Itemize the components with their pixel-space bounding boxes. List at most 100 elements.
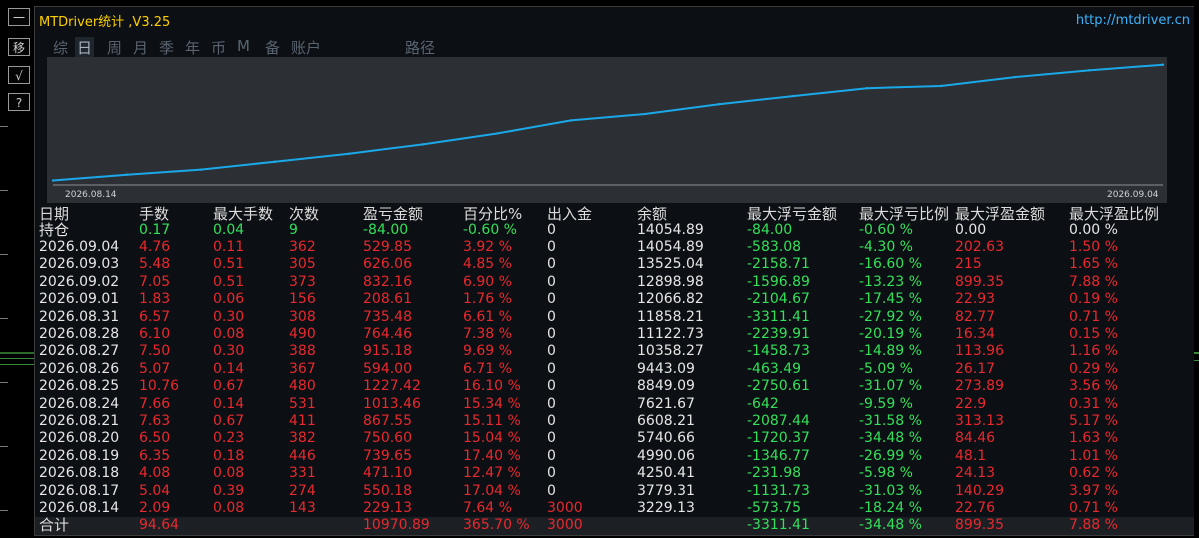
total-max-float-loss-pct: -34.48 % xyxy=(859,517,922,533)
cell-max-float-profit: 313.13 xyxy=(955,413,1004,429)
cell-deposit: 0 xyxy=(547,482,556,499)
cell-balance: 3779.31 xyxy=(637,482,695,499)
cell-deposit: 0 xyxy=(547,256,556,273)
equity-point xyxy=(717,103,721,106)
cell-pnl: 764.46 xyxy=(363,326,412,342)
tab-day[interactable]: 日 xyxy=(75,37,95,58)
stats-panel: MTDriver统计 ,V3.25 http://mtdriver.cn 综 日… xyxy=(34,6,1196,536)
cell-balance: 9443.09 xyxy=(637,360,695,377)
cell-pnl: 915.18 xyxy=(363,343,412,360)
equity-point xyxy=(495,132,499,135)
header-pct: 百分比% xyxy=(463,205,523,223)
cell-max-float-profit-pct: 3.56 % xyxy=(1069,378,1118,395)
tab-week[interactable]: 周 xyxy=(107,37,122,58)
cell-max-float-loss-pct: -18.24 % xyxy=(859,500,922,516)
cell-count: 382 xyxy=(289,430,316,447)
cell-max-float-loss-pct: -16.60 % xyxy=(859,256,922,273)
tab-path[interactable]: 路径 xyxy=(405,37,435,58)
cell-count: 480 xyxy=(289,378,316,395)
cell-pnl: 739.65 xyxy=(363,447,412,464)
cell-count: 143 xyxy=(289,500,316,516)
website-link[interactable]: http://mtdriver.cn xyxy=(1076,13,1190,28)
equity-point xyxy=(865,87,869,90)
cell-max-float-loss-pct: -17.45 % xyxy=(859,291,922,308)
cell-pnl: 229.13 xyxy=(363,500,412,516)
cell-max-float-profit-pct: 1.65 % xyxy=(1069,256,1118,273)
cell-max-float-profit-pct: 1.16 % xyxy=(1069,343,1118,360)
cell-max-float-profit: 22.93 xyxy=(955,291,996,308)
cell-date: 2026.08.14 xyxy=(39,500,120,516)
holding-max-float-loss: -84.00 xyxy=(747,222,793,238)
cell-count: 490 xyxy=(289,326,316,342)
grid-dash xyxy=(0,254,8,255)
price-line xyxy=(0,364,34,365)
cell-date: 2026.08.28 xyxy=(39,326,120,342)
minimize-icon[interactable]: 一 xyxy=(8,8,30,26)
table-row: 2026.09.03 5.48 0.51 305 626.06 4.85 % 0 13525.… xyxy=(35,256,1196,273)
cell-pct: 4.85 % xyxy=(463,256,512,273)
cell-max-lots: 0.06 xyxy=(213,291,245,308)
cell-max-lots: 0.51 xyxy=(213,256,245,273)
cell-date: 2026.09.02 xyxy=(39,273,120,290)
cell-max-float-loss: -2750.61 xyxy=(747,378,810,395)
cell-balance: 11858.21 xyxy=(637,308,704,325)
cell-max-lots: 0.08 xyxy=(213,500,245,516)
holding-count: 9 xyxy=(289,222,298,238)
cell-date: 2026.08.21 xyxy=(39,413,120,429)
tab-month[interactable]: 月 xyxy=(133,37,148,58)
cell-max-float-profit: 215 xyxy=(955,256,982,273)
cell-balance: 3229.13 xyxy=(637,500,695,516)
cell-deposit: 0 xyxy=(547,378,556,395)
cell-max-float-loss-pct: -27.92 % xyxy=(859,308,922,325)
total-max-float-profit: 899.35 xyxy=(955,517,1004,533)
tab-currency[interactable]: 币 xyxy=(211,37,226,58)
table-row: 2026.08.24 7.66 0.14 531 1013.46 15.34 % 0 7621… xyxy=(35,396,1196,413)
cell-deposit: 0 xyxy=(547,273,556,290)
tab-note[interactable]: 备 xyxy=(265,37,280,58)
cell-max-float-profit-pct: 7.88 % xyxy=(1069,273,1118,290)
cell-max-float-profit: 273.89 xyxy=(955,378,1004,395)
cell-balance: 14054.89 xyxy=(637,239,704,255)
cell-max-float-loss-pct: -9.59 % xyxy=(859,395,913,412)
tab-year[interactable]: 年 xyxy=(185,37,200,58)
cell-date: 2026.09.04 xyxy=(39,239,120,255)
holding-deposit: 0 xyxy=(547,222,556,238)
equity-point xyxy=(1161,63,1165,66)
cell-max-float-profit-pct: 0.71 % xyxy=(1069,500,1118,516)
cell-date: 2026.08.27 xyxy=(39,343,120,360)
cell-max-float-loss-pct: -4.30 % xyxy=(859,239,913,255)
cell-deposit: 3000 xyxy=(547,500,583,516)
x-start-tick: 2026.08.14 xyxy=(65,190,117,200)
table-row: 2026.09.02 7.05 0.51 373 832.16 6.90 % 0 12898.… xyxy=(35,274,1196,291)
grid-dash xyxy=(0,510,8,511)
cell-pct: 15.11 % xyxy=(463,413,521,429)
cell-max-float-profit-pct: 3.97 % xyxy=(1069,482,1118,499)
equity-point xyxy=(273,160,277,163)
cell-pnl: 208.61 xyxy=(363,291,412,308)
tab-m[interactable]: M xyxy=(237,37,250,55)
cell-max-float-loss-pct: -34.48 % xyxy=(859,430,922,447)
cell-max-float-profit: 82.77 xyxy=(955,308,996,325)
holding-max-float-loss-pct: -0.60 % xyxy=(859,222,913,238)
cell-lots: 2.09 xyxy=(139,500,171,516)
cell-lots: 6.50 xyxy=(139,430,171,447)
cell-max-float-loss-pct: -26.99 % xyxy=(859,447,922,464)
cell-balance: 12066.82 xyxy=(637,291,704,308)
tab-summary[interactable]: 综 xyxy=(53,37,68,58)
tab-quarter[interactable]: 季 xyxy=(159,37,174,58)
cell-lots: 4.76 xyxy=(139,239,171,255)
total-max-float-loss: -3311.41 xyxy=(747,517,810,533)
grid-dash xyxy=(0,382,8,383)
table-row: 2026.08.18 4.08 0.08 331 471.10 12.47 % 0 4250.… xyxy=(35,465,1196,482)
help-icon[interactable]: ? xyxy=(8,93,30,111)
cell-max-lots: 0.51 xyxy=(213,273,245,290)
cell-date: 2026.09.01 xyxy=(39,291,120,308)
cell-max-float-loss-pct: -31.03 % xyxy=(859,482,922,499)
move-icon[interactable]: 移 xyxy=(8,38,30,56)
cell-pnl: 1013.46 xyxy=(363,395,421,412)
cell-max-float-loss: -3311.41 xyxy=(747,308,810,325)
check-icon[interactable]: √ xyxy=(8,66,30,84)
left-toolbar: 一 移 √ ? xyxy=(0,0,34,538)
tab-account[interactable]: 账户 xyxy=(291,37,321,58)
cell-count: 362 xyxy=(289,239,316,255)
